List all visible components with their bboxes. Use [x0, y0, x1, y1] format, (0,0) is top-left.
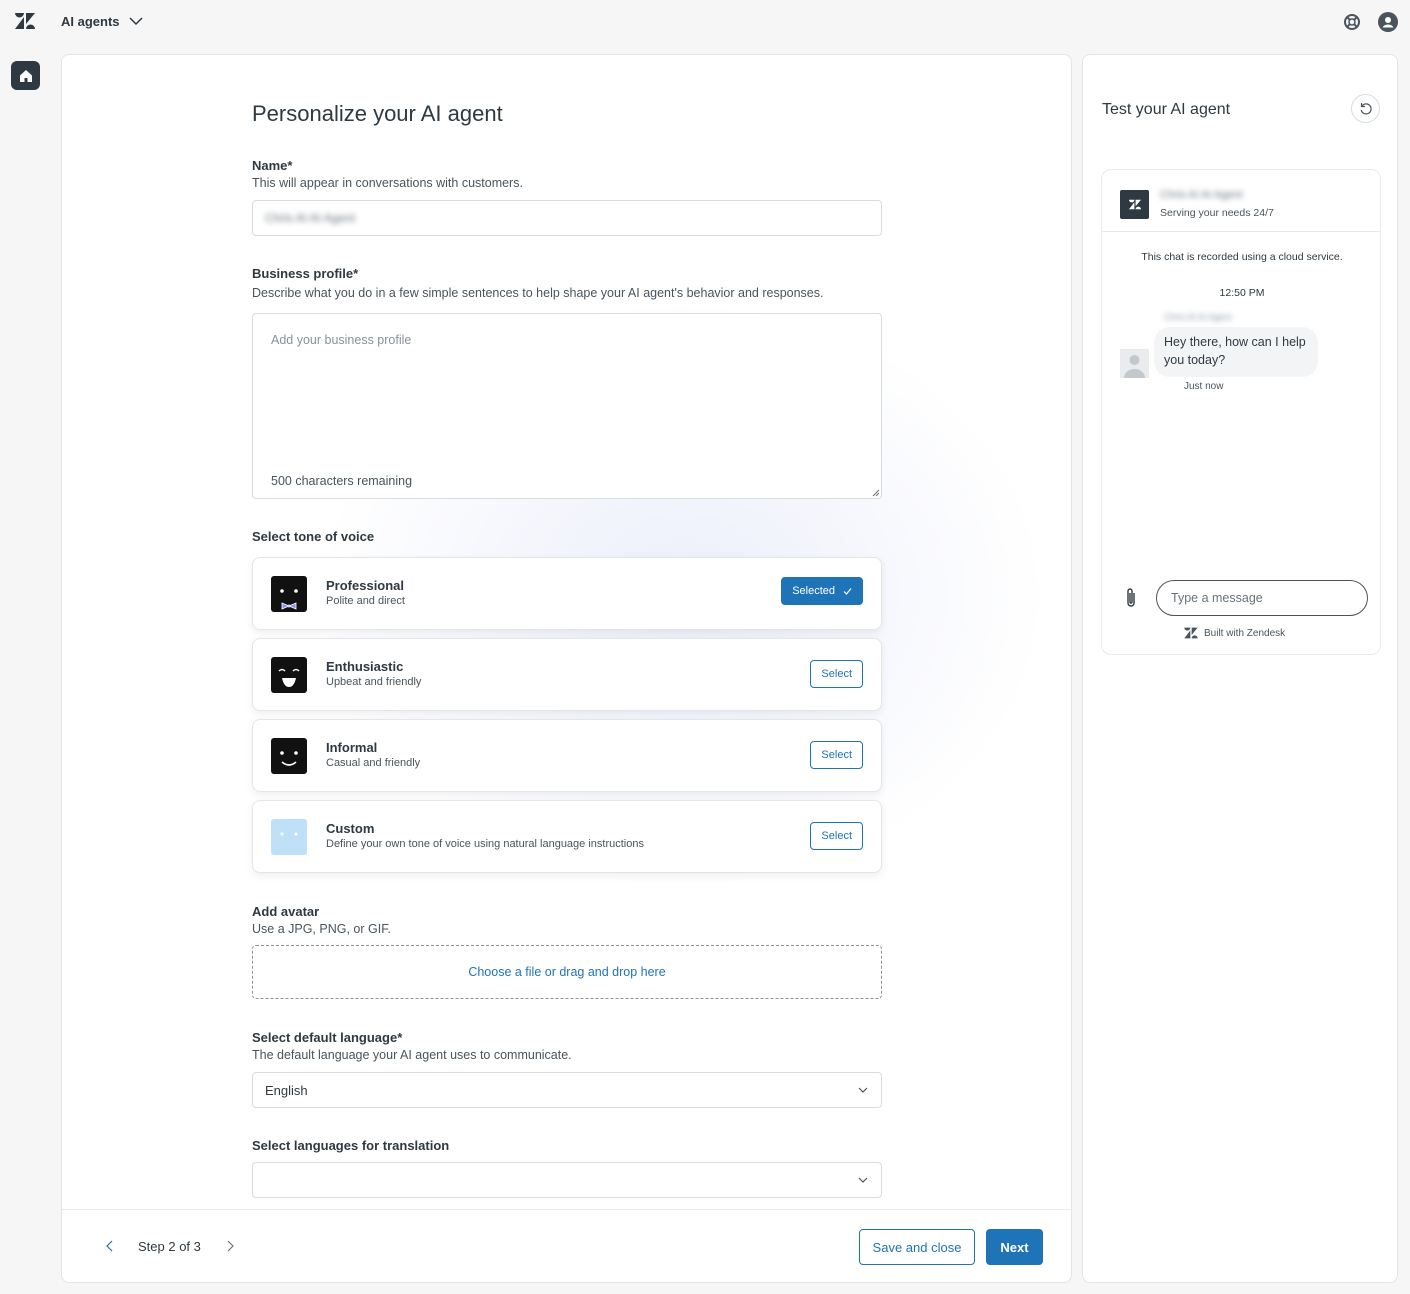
chevron-left-icon[interactable]: [102, 1238, 118, 1254]
translation-languages-select[interactable]: [252, 1162, 882, 1198]
main-panel: Personalize your AI agent Name* This wil…: [61, 54, 1072, 1283]
default-language-select[interactable]: English: [252, 1072, 882, 1108]
tone-description: Upbeat and friendly: [326, 676, 422, 688]
chevron-down-icon: [858, 1087, 868, 1093]
bot-avatar-icon: [1120, 349, 1149, 378]
chat-preview: Chris AI AI Agent Serving your needs 24/…: [1101, 169, 1381, 655]
translation-languages-label: Select languages for translation: [252, 1138, 450, 1153]
tone-select-button[interactable]: Select: [810, 822, 863, 850]
agent-subtitle: Serving your needs 24/7: [1160, 207, 1274, 219]
message-input-placeholder: Type a message: [1171, 591, 1263, 605]
business-profile-hint: Describe what you do in a few simple sen…: [252, 286, 824, 300]
avatar-hint: Use a JPG, PNG, or GIF.: [252, 922, 391, 936]
next-button[interactable]: Next: [986, 1229, 1043, 1265]
message-input[interactable]: Type a message: [1156, 580, 1368, 616]
business-profile-textarea[interactable]: Add your business profile 500 characters…: [252, 313, 882, 499]
default-language-value: English: [265, 1082, 308, 1098]
user-avatar-icon[interactable]: [1378, 12, 1398, 32]
zendesk-logo-icon: [1184, 627, 1198, 639]
help-icon[interactable]: [1342, 12, 1362, 32]
step-indicator: Step 2 of 3: [138, 1239, 201, 1254]
tone-select-button[interactable]: Select: [810, 660, 863, 688]
custom-face-icon: [271, 819, 307, 855]
character-counter: 500 characters remaining: [271, 474, 413, 488]
tone-card-custom[interactable]: Custom Define your own tone of voice usi…: [252, 800, 882, 873]
default-language-hint: The default language your AI agent uses …: [252, 1048, 572, 1062]
tone-card-informal[interactable]: Informal Casual and friendly Select: [252, 719, 882, 792]
name-hint: This will appear in conversations with c…: [252, 176, 523, 190]
chevron-down-icon: [858, 1177, 868, 1183]
top-bar: AI agents: [0, 0, 1410, 44]
message-bubble: Hey there, how can I help you today?: [1154, 327, 1318, 377]
save-and-close-button[interactable]: Save and close: [859, 1229, 975, 1265]
tone-name: Professional: [326, 578, 405, 593]
informal-face-icon: [271, 738, 307, 774]
zendesk-logo-icon[interactable]: [15, 12, 35, 30]
professional-face-icon: [271, 576, 307, 612]
tone-card-enthusiastic[interactable]: Enthusiastic Upbeat and friendly Select: [252, 638, 882, 711]
message-status: Just now: [1184, 381, 1224, 392]
tone-selected-button[interactable]: Selected: [781, 577, 863, 605]
tone-selected-label: Selected: [792, 585, 835, 597]
tone-name: Enthusiastic: [326, 659, 404, 674]
tone-select-button[interactable]: Select: [810, 741, 863, 769]
built-with-label: Built with Zendesk: [1204, 627, 1286, 639]
checkmark-icon: [843, 587, 852, 595]
tone-label: Select tone of voice: [252, 529, 375, 544]
tone-description: Casual and friendly: [326, 757, 421, 769]
product-switcher[interactable]: AI agents: [61, 13, 144, 29]
test-panel-title: Test your AI agent: [1102, 101, 1231, 118]
name-input[interactable]: Chris AI AI Agent: [252, 200, 882, 236]
reset-conversation-button[interactable]: [1351, 94, 1380, 123]
default-language-label: Select default language*: [252, 1030, 403, 1045]
business-profile-placeholder: Add your business profile: [271, 333, 412, 347]
message-sender: Chris AI AI Agent: [1164, 312, 1232, 322]
name-label: Name*: [252, 158, 293, 173]
business-profile-label: Business profile*: [252, 266, 359, 281]
home-icon: [19, 69, 32, 82]
chevron-down-icon: [128, 17, 143, 26]
built-with-zendesk[interactable]: Built with Zendesk: [1184, 627, 1285, 639]
paperclip-icon[interactable]: [1122, 587, 1140, 609]
agent-name: Chris AI AI Agent: [1160, 189, 1243, 201]
tone-name: Informal: [326, 740, 378, 755]
chat-timestamp: 12:50 PM: [1219, 287, 1265, 299]
page-title: Personalize your AI agent: [252, 101, 503, 126]
test-panel: Test your AI agent Chris AI AI Agent Ser…: [1082, 54, 1398, 1283]
enthusiastic-face-icon: [271, 657, 307, 693]
refresh-icon: [1360, 102, 1372, 114]
product-switcher-label: AI agents: [61, 13, 120, 29]
chat-header: Chris AI AI Agent Serving your needs 24/…: [1102, 170, 1380, 232]
home-nav-button[interactable]: [11, 61, 40, 90]
avatar-dropzone[interactable]: Choose a file or drag and drop here: [252, 945, 882, 999]
resize-grip-icon[interactable]: [872, 489, 880, 497]
tone-description: Define your own tone of voice using natu…: [326, 838, 644, 850]
recording-notice: This chat is recorded using a cloud serv…: [1141, 251, 1343, 263]
wizard-footer: Step 2 of 3 Save and close Next: [62, 1209, 1071, 1282]
chevron-right-icon[interactable]: [222, 1238, 238, 1254]
name-input-value: Chris AI AI Agent: [265, 211, 356, 225]
tone-description: Polite and direct: [326, 595, 405, 607]
avatar-label: Add avatar: [252, 904, 320, 919]
tone-name: Custom: [326, 821, 375, 836]
tone-card-professional[interactable]: Professional Polite and direct Selected: [252, 557, 882, 630]
zendesk-logo-icon: [1120, 190, 1149, 219]
